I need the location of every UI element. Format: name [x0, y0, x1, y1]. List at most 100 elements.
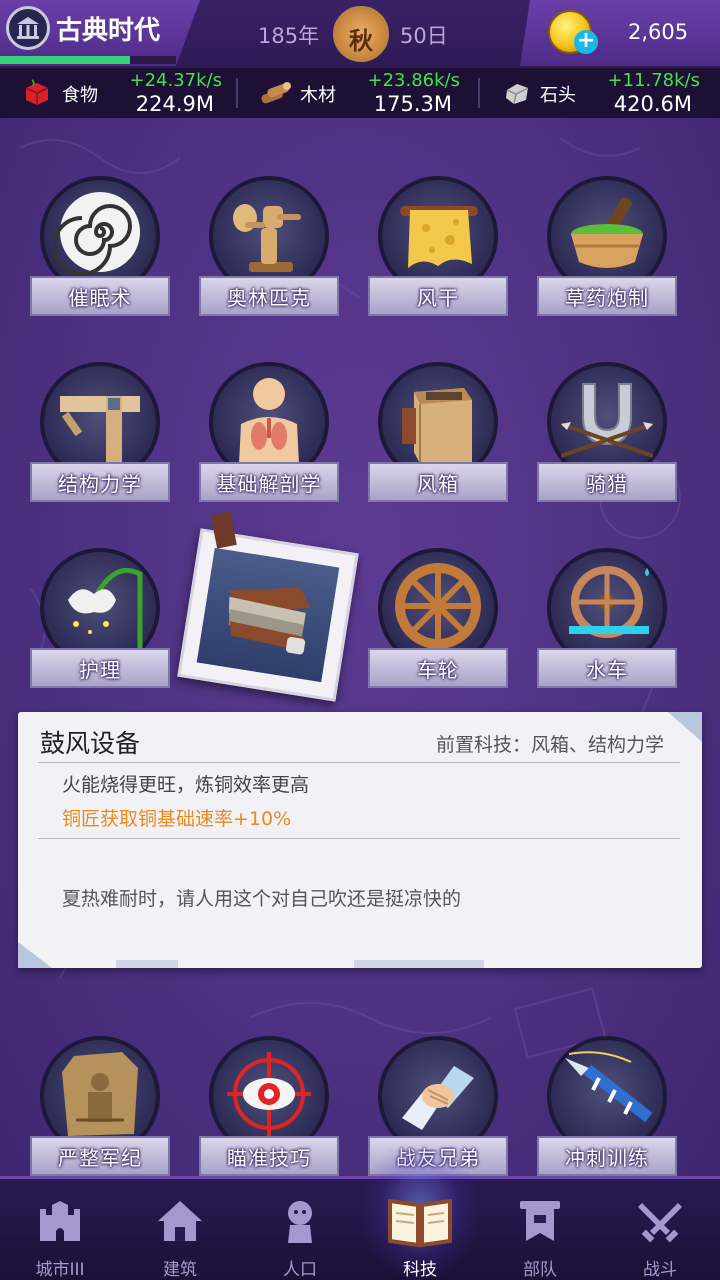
era-progress-fill: [0, 56, 131, 64]
tech-label: 瞄准技巧: [199, 1136, 339, 1176]
nav-label: 科技: [403, 1260, 437, 1280]
wood-logs-icon: [261, 82, 291, 104]
stone-block-icon: [506, 84, 529, 105]
divider: [38, 762, 680, 763]
resource-bar: 食物 +24.37k/s 224.9M 木材 +23.86k/s 175.3M …: [0, 68, 720, 118]
gold-amount: 2,605: [628, 20, 689, 44]
year-text: 185年: [258, 24, 320, 48]
tech-label-text: 车轮: [417, 657, 459, 682]
tech-detail-title: 鼓风设备: [40, 729, 141, 758]
tech-label-text: 冲刺训练: [565, 1145, 649, 1170]
horseshoe-arrows-icon: [561, 383, 653, 458]
tech-label: 护理: [30, 648, 170, 688]
tech-label: 结构力学: [30, 462, 170, 502]
add-gold-button[interactable]: +: [574, 30, 598, 54]
tech-label: 骑猎: [537, 462, 677, 502]
banner-icon: [520, 1201, 560, 1241]
nav-label: 城市III: [35, 1260, 85, 1280]
bellows-device-icon: [228, 587, 311, 655]
tech-node[interactable]: 水车: [537, 548, 677, 708]
tech-label-text: 奥林匹克: [227, 285, 311, 310]
day-text: 50日: [400, 24, 448, 48]
beam-structure-icon: [60, 396, 140, 464]
resource-name: 石头: [540, 85, 576, 106]
resource-amount: 420.6M: [613, 92, 692, 116]
spiral-icon: [54, 192, 140, 276]
tech-node[interactable]: 基础解剖学: [199, 362, 339, 522]
resource-amount: 224.9M: [135, 92, 214, 116]
bottom-nav: 城市III 建筑 人口 科技 部队 战斗: [0, 1149, 720, 1280]
tech-node[interactable]: 催眠术: [30, 176, 170, 336]
tech-node[interactable]: 风箱: [368, 362, 508, 522]
tech-node[interactable]: 瞄准技巧: [199, 1036, 339, 1196]
drying-cloth-icon: [400, 206, 478, 268]
tech-node[interactable]: 严整军纪: [30, 1036, 170, 1196]
nav-population[interactable]: 人口: [240, 1179, 360, 1280]
tech-label: 严整军纪: [30, 1136, 170, 1176]
nav-label: 战斗: [643, 1260, 677, 1280]
tech-node[interactable]: 骑猎: [537, 362, 677, 522]
tech-label-text: 风干: [417, 285, 459, 310]
anatomy-icon: [239, 378, 299, 464]
tech-label-text: 催眠术: [68, 285, 132, 310]
nav-label: 部队: [523, 1260, 557, 1280]
tech-label-text: 骑猎: [586, 471, 628, 496]
tech-label: 风箱: [368, 462, 508, 502]
nav-city[interactable]: 城市III: [0, 1179, 120, 1280]
tech-label-text: 草药炮制: [565, 285, 649, 310]
resource-food[interactable]: 食物 +24.37k/s 224.9M: [0, 68, 236, 118]
season-badge: 秋: [333, 6, 389, 62]
tech-label: 催眠术: [30, 276, 170, 316]
tech-node[interactable]: 结构力学: [30, 362, 170, 522]
corner-decoration: [668, 712, 702, 742]
tech-node[interactable]: 奥林匹克: [199, 176, 339, 336]
tech-label: 草药炮制: [537, 276, 677, 316]
nav-label: 人口: [283, 1260, 317, 1280]
tech-label: 水车: [537, 648, 677, 688]
selected-tech-card[interactable]: [177, 511, 359, 702]
tech-label: 奥林匹克: [199, 276, 339, 316]
bellows-box-icon: [402, 388, 472, 464]
tech-detail-panel: 鼓风设备 前置科技：风箱、结构力学 火能烧得更旺，炼铜效率更高 铜匠获取铜基础速…: [18, 712, 702, 968]
tech-label: 基础解剖学: [199, 462, 339, 502]
lily-flower-icon: [68, 567, 143, 650]
temple-icon: [6, 6, 50, 50]
panel-tab: [354, 960, 484, 968]
nav-technology[interactable]: 科技: [360, 1149, 480, 1280]
top-bar: 古典时代 185年 秋 50日 + 2,605: [0, 0, 720, 68]
discus-statue-icon: [233, 204, 301, 272]
tech-label-text: 结构力学: [58, 471, 142, 496]
date-panel: 185年 秋 50日: [200, 0, 520, 66]
era-panel[interactable]: 古典时代: [0, 0, 200, 66]
waterwheel-icon: [569, 566, 649, 638]
era-progress-bar: [0, 56, 176, 64]
tech-node[interactable]: 风干: [368, 176, 508, 336]
tech-label: 冲刺训练: [537, 1136, 677, 1176]
tech-node[interactable]: 冲刺训练: [537, 1036, 677, 1196]
tech-prerequisites: 前置科技：风箱、结构力学: [435, 734, 664, 756]
tech-node[interactable]: 车轮: [368, 548, 508, 708]
wheel-icon: [395, 563, 481, 649]
tech-node[interactable]: 护理: [30, 548, 170, 708]
tech-label-text: 基础解剖学: [216, 471, 322, 496]
resource-rate: +23.86k/s: [367, 70, 460, 91]
panel-tab: [116, 960, 178, 968]
person-icon: [288, 1201, 312, 1243]
nav-buildings[interactable]: 建筑: [120, 1179, 240, 1280]
resource-amount: 175.3M: [373, 92, 452, 116]
resource-name: 木材: [300, 85, 336, 106]
nav-battle[interactable]: 战斗: [600, 1179, 720, 1280]
resource-wood[interactable]: 木材 +23.86k/s 175.3M: [238, 68, 478, 118]
tech-label-text: 严整军纪: [58, 1145, 142, 1170]
resource-name: 食物: [62, 85, 98, 106]
nav-army[interactable]: 部队: [480, 1179, 600, 1280]
castle-icon: [40, 1201, 80, 1241]
selected-tech-image: [196, 547, 340, 683]
tech-label: 车轮: [368, 648, 508, 688]
tech-node[interactable]: 草药炮制: [537, 176, 677, 336]
tech-label-text: 风箱: [417, 471, 459, 496]
resource-stone[interactable]: 石头 +11.78k/s 420.6M: [480, 68, 720, 118]
resource-rate: +24.37k/s: [129, 70, 222, 91]
tech-flavor-text: 夏热难耐时，请人用这个对自己吹还是挺凉快的: [62, 888, 462, 910]
era-name: 古典时代: [56, 16, 161, 46]
